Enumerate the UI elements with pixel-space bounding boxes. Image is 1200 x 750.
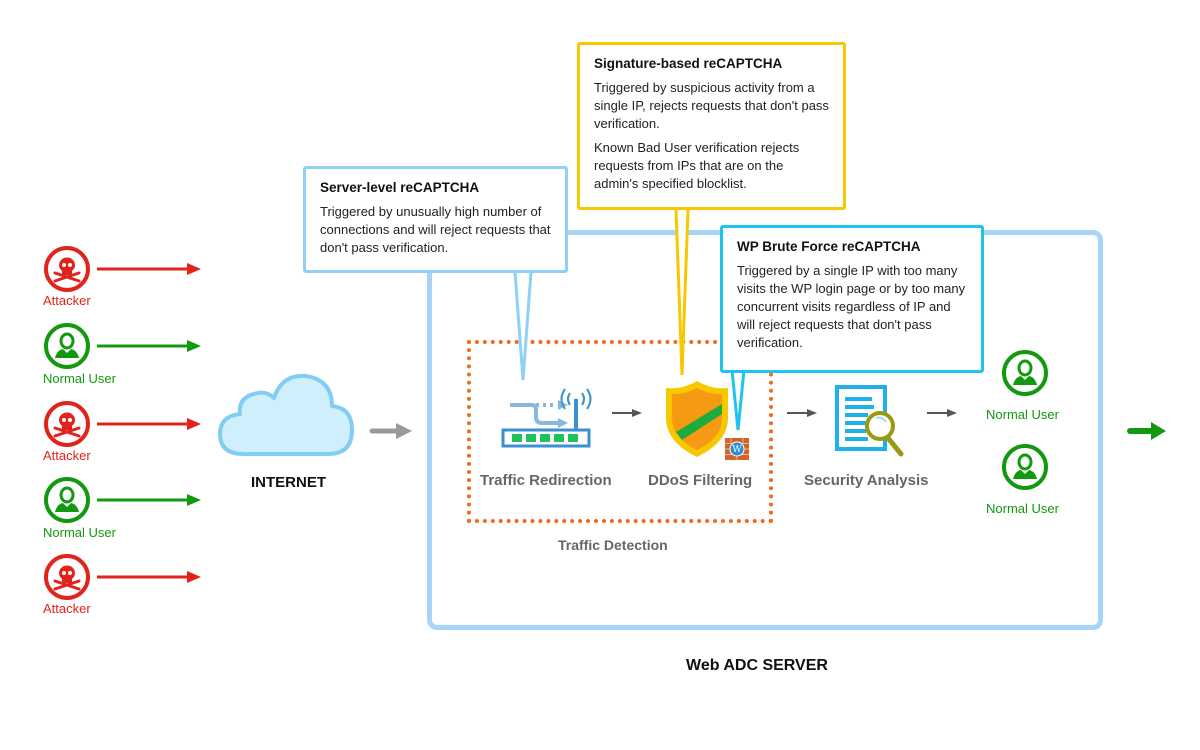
callout-signature-based-recaptcha: Signature-based reCAPTCHA Triggered by s… — [577, 42, 846, 210]
callout-body: Triggered by unusually high number of co… — [320, 204, 551, 255]
callout-server-level-recaptcha: Server-level reCAPTCHA Triggered by unus… — [303, 166, 568, 273]
callout-body: Triggered by suspicious activity from a … — [594, 80, 829, 131]
callout-title: Signature-based reCAPTCHA — [594, 56, 783, 71]
callout-body-2: Known Bad User verification rejects requ… — [594, 140, 800, 191]
callout-body: Triggered by a single IP with too many v… — [737, 263, 966, 350]
callout-title: WP Brute Force reCAPTCHA — [737, 239, 921, 254]
callout-wp-brute-force-recaptcha: WP Brute Force reCAPTCHA Triggered by a … — [720, 225, 984, 373]
callout-title: Server-level reCAPTCHA — [320, 180, 480, 195]
